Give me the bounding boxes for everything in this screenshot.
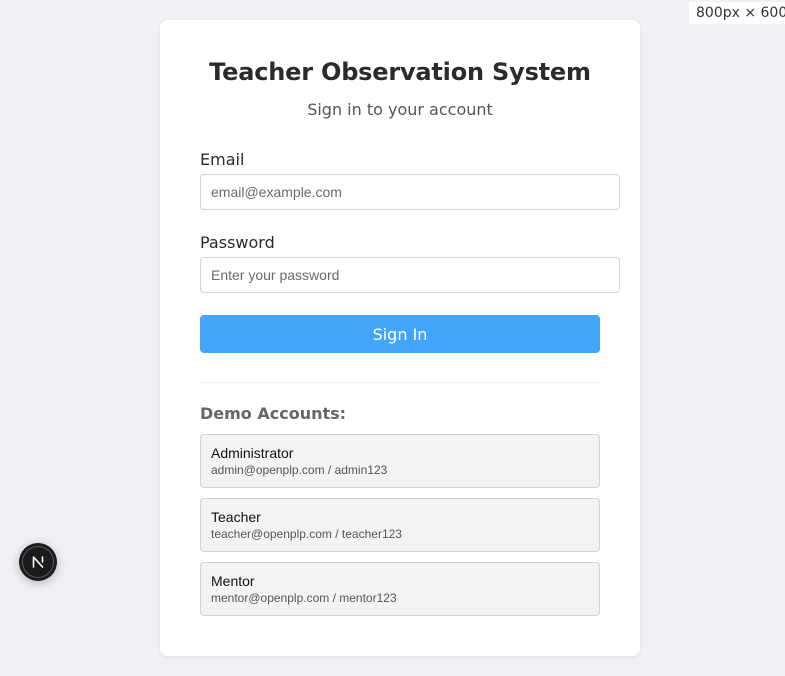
nextjs-logo-icon bbox=[22, 546, 54, 578]
n-glyph-icon bbox=[32, 556, 44, 568]
login-card: Teacher Observation System Sign in to yo… bbox=[160, 20, 640, 656]
account-credentials: admin@openplp.com / admin123 bbox=[211, 463, 388, 477]
page-subtitle: Sign in to your account bbox=[307, 100, 493, 119]
demo-account-mentor[interactable]: Mentor mentor@openplp.com / mentor123 bbox=[200, 562, 600, 616]
nextjs-dev-tools-button[interactable] bbox=[19, 543, 57, 581]
account-role: Administrator bbox=[211, 445, 294, 461]
email-input[interactable] bbox=[200, 174, 620, 210]
email-label: Email bbox=[200, 150, 245, 169]
password-input[interactable] bbox=[200, 257, 620, 293]
demo-account-teacher[interactable]: Teacher teacher@openplp.com / teacher123 bbox=[200, 498, 600, 552]
demo-accounts-heading: Demo Accounts: bbox=[200, 404, 347, 423]
account-role: Teacher bbox=[211, 509, 261, 525]
page-title: Teacher Observation System bbox=[209, 58, 591, 86]
account-credentials: teacher@openplp.com / teacher123 bbox=[211, 527, 402, 541]
divider bbox=[200, 382, 600, 383]
viewport-size-label: 800px × 600px bbox=[689, 2, 785, 24]
sign-in-button[interactable]: Sign In bbox=[200, 315, 600, 353]
demo-account-administrator[interactable]: Administrator admin@openplp.com / admin1… bbox=[200, 434, 600, 488]
account-credentials: mentor@openplp.com / mentor123 bbox=[211, 591, 397, 605]
account-role: Mentor bbox=[211, 573, 255, 589]
password-label: Password bbox=[200, 233, 275, 252]
